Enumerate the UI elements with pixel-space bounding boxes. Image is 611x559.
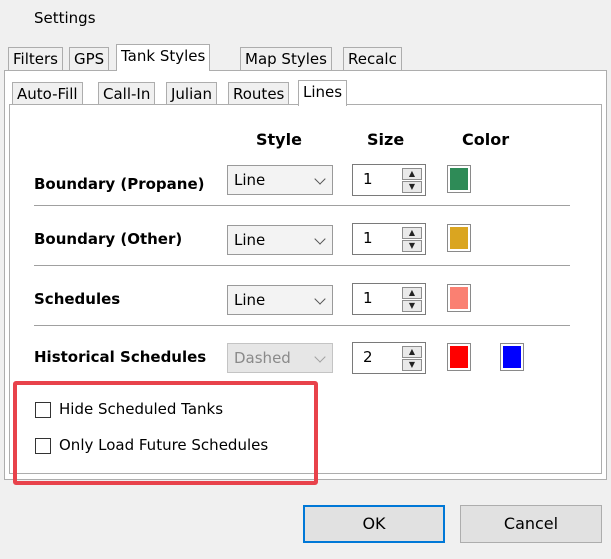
size-value: 2 (363, 348, 373, 366)
increment-arrow-icon[interactable]: ▲ (402, 287, 422, 299)
row-label-schedules: Schedules (34, 290, 121, 308)
decrement-arrow-icon[interactable]: ▼ (402, 359, 422, 371)
color-swatch-historical-secondary[interactable] (500, 343, 524, 371)
tab-call-in[interactable]: Call-In (98, 82, 156, 106)
style-select-value: Line (234, 291, 266, 309)
row-label-boundary-propane: Boundary (Propane) (34, 175, 205, 193)
decrement-arrow-icon[interactable]: ▼ (402, 300, 422, 312)
increment-arrow-icon[interactable]: ▲ (402, 346, 422, 358)
tab-tank-styles[interactable]: Tank Styles (116, 44, 211, 71)
cancel-button[interactable]: Cancel (460, 505, 602, 543)
color-swatch-boundary-other[interactable] (447, 224, 471, 252)
tab-lines[interactable]: Lines (298, 80, 348, 106)
chevron-down-icon (314, 351, 326, 363)
size-value: 1 (363, 170, 373, 188)
chevron-down-icon (314, 173, 326, 185)
chevron-down-icon (314, 233, 326, 245)
size-stepper-schedules[interactable]: 1 ▲ ▼ (352, 283, 426, 315)
size-stepper-boundary-other[interactable]: 1 ▲ ▼ (352, 223, 426, 255)
tab-recalc[interactable]: Recalc (343, 47, 402, 71)
tab-routes[interactable]: Routes (228, 82, 290, 106)
color-swatch-schedules[interactable] (447, 284, 471, 312)
style-column-header: Style (256, 130, 302, 149)
row-label-boundary-other: Boundary (Other) (34, 230, 183, 248)
style-select-historical-schedules: Dashed (227, 343, 333, 373)
tab-map-styles[interactable]: Map Styles (240, 47, 332, 71)
row-label-historical-schedules: Historical Schedules (34, 348, 207, 366)
row-divider (34, 265, 570, 266)
annotation-highlight-box (13, 381, 318, 485)
style-select-value: Line (234, 171, 266, 189)
size-value: 1 (363, 229, 373, 247)
style-select-value: Dashed (234, 349, 291, 367)
increment-arrow-icon[interactable]: ▲ (402, 227, 422, 239)
row-divider (34, 205, 570, 206)
tab-auto-fill[interactable]: Auto-Fill (12, 82, 83, 106)
size-stepper-boundary-propane[interactable]: 1 ▲ ▼ (352, 164, 426, 196)
color-swatch-historical-primary[interactable] (447, 343, 471, 371)
size-value: 1 (363, 289, 373, 307)
tab-filters[interactable]: Filters (8, 47, 63, 71)
style-select-schedules[interactable]: Line (227, 285, 333, 315)
style-select-value: Line (234, 231, 266, 249)
row-divider (34, 325, 570, 326)
color-swatch-boundary-propane[interactable] (447, 165, 471, 193)
tab-julian[interactable]: Julian (166, 82, 217, 106)
window-title: Settings (34, 9, 96, 27)
decrement-arrow-icon[interactable]: ▼ (402, 181, 422, 193)
size-stepper-historical-schedules[interactable]: 2 ▲ ▼ (352, 342, 426, 374)
increment-arrow-icon[interactable]: ▲ (402, 168, 422, 180)
size-column-header: Size (367, 130, 405, 149)
style-select-boundary-propane[interactable]: Line (227, 165, 333, 195)
chevron-down-icon (314, 293, 326, 305)
style-select-boundary-other[interactable]: Line (227, 225, 333, 255)
tab-gps[interactable]: GPS (69, 47, 110, 71)
decrement-arrow-icon[interactable]: ▼ (402, 240, 422, 252)
color-column-header: Color (462, 130, 510, 149)
ok-button[interactable]: OK (303, 505, 445, 543)
